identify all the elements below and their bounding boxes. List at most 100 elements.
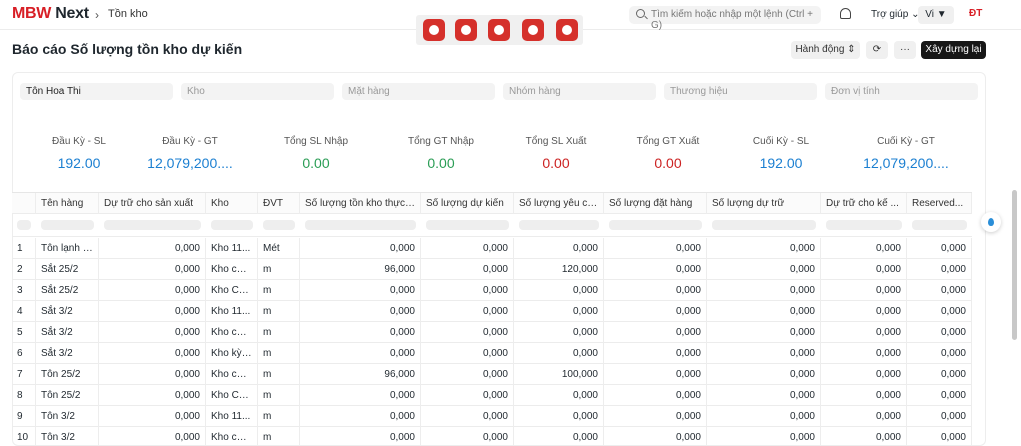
table-cell: 0,000 — [300, 385, 421, 406]
filter-brand[interactable]: Thương hiệu — [664, 83, 817, 100]
column-header[interactable]: Số lượng dự kiến — [421, 193, 514, 214]
metric-value: 0.00 — [427, 155, 455, 171]
table-cell: 0,000 — [514, 322, 604, 343]
column-header[interactable] — [12, 193, 36, 214]
tool-2-icon[interactable] — [455, 19, 477, 41]
actions-button[interactable]: Hành động ⇕ — [791, 41, 860, 59]
filter-item-group[interactable]: Nhóm hàng — [503, 83, 656, 100]
table-cell: 0,000 — [707, 280, 821, 301]
filter-warehouse[interactable]: Kho — [181, 83, 334, 100]
tool-1-icon[interactable] — [423, 19, 445, 41]
column-filter-input[interactable] — [426, 220, 509, 230]
table-row[interactable]: 5 Sắt 3/2 0,000 Kho con... m 0,000 0,000 0,000 0… — [12, 322, 972, 343]
table-cell: 0,000 — [707, 301, 821, 322]
column-header[interactable]: Số lượng yêu cầu — [514, 193, 604, 214]
table-cell: Tôn 25/2 — [36, 385, 99, 406]
table-row[interactable]: 1 Tôn lạnh m... 0,000 Kho 11... Mét 0,000 0,00… — [12, 238, 972, 259]
column-filter-input[interactable] — [104, 220, 201, 230]
search-icon — [636, 9, 645, 18]
column-filter-input[interactable] — [41, 220, 94, 230]
table-cell: 0,000 — [604, 238, 707, 259]
filter-uom[interactable]: Đơn vị tính — [825, 83, 978, 100]
column-header[interactable]: Số lượng dự trữ — [707, 193, 821, 214]
table-cell: 0,000 — [300, 238, 421, 259]
table-cell: 0,000 — [514, 280, 604, 301]
table-cell: 0,000 — [421, 406, 514, 427]
column-header[interactable]: Số lượng tồn kho thực tế — [300, 193, 421, 214]
column-header[interactable]: Số lượng đặt hàng — [604, 193, 707, 214]
column-header[interactable]: Dự trữ cho kế ... — [821, 193, 907, 214]
table-cell: Kho 11... — [206, 238, 258, 259]
table-cell: m — [258, 301, 300, 322]
scrollbar[interactable] — [1012, 190, 1017, 340]
column-filter-input[interactable] — [609, 220, 702, 230]
table-cell: Mét — [258, 238, 300, 259]
table-cell: Sắt 25/2 — [36, 280, 99, 301]
table-row[interactable]: 10 Tôn 3/2 0,000 Kho con... m 0,000 0,000 0,000… — [12, 427, 972, 446]
column-filter-input[interactable] — [519, 220, 599, 230]
table-cell: 100,000 — [514, 364, 604, 385]
filter-company[interactable]: Tôn Hoa Thi — [20, 83, 173, 100]
table-cell: Kho Cù ... — [206, 280, 258, 301]
table-cell: 0,000 — [604, 427, 707, 446]
table-cell: 0,000 — [821, 301, 907, 322]
table-cell: Kho Cù ... — [206, 385, 258, 406]
table-cell: 0,000 — [707, 364, 821, 385]
row-index: 6 — [12, 343, 36, 364]
refresh-icon[interactable]: ⟳ — [866, 41, 888, 59]
language-select[interactable]: Vi ▼ — [918, 6, 954, 24]
more-button[interactable]: ··· — [894, 41, 916, 59]
table-cell: 0,000 — [421, 427, 514, 446]
table-cell: Kho kỳ ... — [206, 343, 258, 364]
tool-5-icon[interactable] — [556, 19, 578, 41]
table-row[interactable]: 4 Sắt 3/2 0,000 Kho 11... m 0,000 0,000 0,000 0,… — [12, 301, 972, 322]
tool-3-icon[interactable] — [488, 19, 510, 41]
table-cell: 0,000 — [707, 238, 821, 259]
table-cell: 0,000 — [514, 343, 604, 364]
column-header[interactable]: Tên hàng — [36, 193, 99, 214]
row-index: 10 — [12, 427, 36, 446]
column-filter-input[interactable] — [305, 220, 416, 230]
floating-assist-icon[interactable] — [981, 212, 1001, 232]
table-cell: Kho con... — [206, 259, 258, 280]
table-row[interactable]: 3 Sắt 25/2 0,000 Kho Cù ... m 0,000 0,000 0,000… — [12, 280, 972, 301]
metric-label: Đầu Kỳ - GT — [162, 136, 218, 147]
metric-value: 0.00 — [302, 155, 330, 171]
table-cell: Sắt 3/2 — [36, 322, 99, 343]
column-header[interactable]: ĐVT — [258, 193, 300, 214]
row-index: 4 — [12, 301, 36, 322]
filter-item[interactable]: Mặt hàng — [342, 83, 495, 100]
column-filter-input[interactable] — [826, 220, 902, 230]
table-cell: 0,000 — [421, 322, 514, 343]
avatar[interactable]: ĐT — [969, 8, 982, 19]
metric-card: Tổng GT Nhập 0.00 — [381, 136, 501, 171]
table-cell: 0,000 — [907, 385, 972, 406]
column-filter-input[interactable] — [712, 220, 816, 230]
tool-4-icon[interactable] — [522, 19, 544, 41]
table-cell: 0,000 — [707, 343, 821, 364]
rebuild-button[interactable]: Xây dựng lại — [921, 41, 986, 59]
column-filter-input[interactable] — [263, 220, 295, 230]
table-cell: Sắt 3/2 — [36, 343, 99, 364]
table-row[interactable]: 9 Tôn 3/2 0,000 Kho 11... m 0,000 0,000 0,000 0,… — [12, 406, 972, 427]
table-cell: 96,000 — [300, 364, 421, 385]
bell-icon[interactable] — [840, 8, 851, 19]
row-index: 9 — [12, 406, 36, 427]
breadcrumb[interactable]: Tồn kho — [108, 8, 148, 20]
table-row[interactable]: 8 Tôn 25/2 0,000 Kho Cù ... m 0,000 0,000 0,000… — [12, 385, 972, 406]
table-cell: Tôn 25/2 — [36, 364, 99, 385]
table-cell: Tôn 3/2 — [36, 406, 99, 427]
search-input[interactable]: Tìm kiếm hoặc nhập một lệnh (Ctrl + G) — [629, 6, 821, 31]
column-header[interactable]: Dự trữ cho sản xuất — [99, 193, 206, 214]
row-index: 1 — [12, 238, 36, 259]
column-header[interactable]: Kho — [206, 193, 258, 214]
column-filter-input[interactable] — [17, 220, 31, 230]
column-header[interactable]: Reserved... — [907, 193, 972, 214]
table-row[interactable]: 2 Sắt 25/2 0,000 Kho con... m 96,000 0,000 120,… — [12, 259, 972, 280]
column-filter-input[interactable] — [912, 220, 967, 230]
table-row[interactable]: 7 Tôn 25/2 0,000 Kho con... m 96,000 0,000 100,… — [12, 364, 972, 385]
table-row[interactable]: 6 Sắt 3/2 0,000 Kho kỳ ... m 0,000 0,000 0,000 0… — [12, 343, 972, 364]
help-menu[interactable]: Trợ giúp ⌄ — [871, 9, 919, 20]
app-logo[interactable]: MBW Next — [12, 5, 89, 23]
column-filter-input[interactable] — [211, 220, 253, 230]
